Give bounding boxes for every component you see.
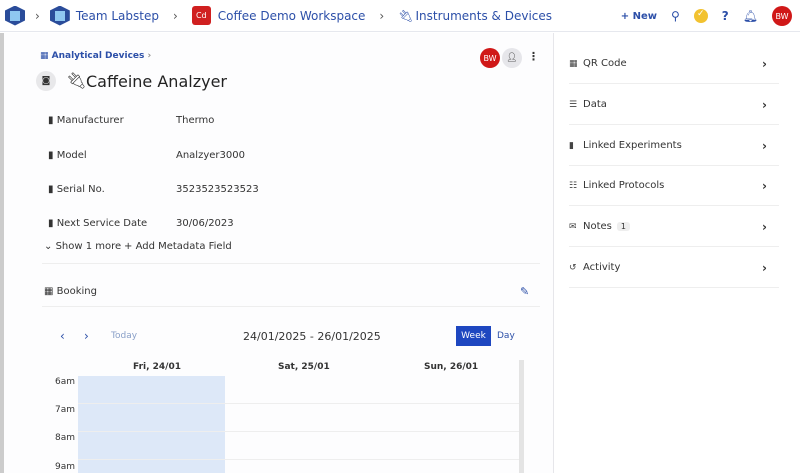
divider xyxy=(42,263,540,264)
show-more-label: Show 1 more xyxy=(55,241,122,252)
sidebar-label: QR Code xyxy=(583,58,627,69)
plug-icon: 🔌︎ xyxy=(398,8,414,23)
sidebar-item-qr-code[interactable]: ▦ QR Code › xyxy=(569,44,779,84)
camera-icon[interactable]: ◙ xyxy=(36,71,56,91)
breadcrumb-instruments[interactable]: Instruments & Devices xyxy=(415,9,552,23)
add-metadata-button[interactable]: + Add Metadata Field xyxy=(124,241,232,252)
today-button[interactable]: Today xyxy=(111,331,137,341)
owner-avatar[interactable]: BW xyxy=(480,48,500,68)
history-icon: ↺ xyxy=(569,262,577,273)
metadata-label: Manufacturer xyxy=(56,115,124,126)
metadata-row[interactable]: ▮ Model Analzyer3000 xyxy=(48,150,245,161)
sidebar-label: Linked Protocols xyxy=(583,180,665,191)
chevron-right-icon: › xyxy=(762,56,767,71)
next-button[interactable]: › xyxy=(84,329,89,343)
workspace-badge: Cd xyxy=(191,6,211,25)
metadata-label: Model xyxy=(56,150,87,161)
team-icon xyxy=(49,5,70,26)
tasks-check-icon[interactable]: ✓ xyxy=(693,9,708,23)
divider xyxy=(42,306,540,307)
sidebar-item-linked-experiments[interactable]: ▮ Linked Experiments › xyxy=(569,126,779,166)
category-breadcrumb[interactable]: ▦ Analytical Devices › xyxy=(40,51,151,61)
calendar-grid[interactable] xyxy=(78,376,520,473)
sidebar: ▦ QR Code › ☰ Data › ▮ Linked Experiments › ☷ L… xyxy=(553,33,800,473)
comments-icon: ✉ xyxy=(569,221,577,232)
search-icon[interactable]: ⚲ xyxy=(671,9,680,23)
date-range: 24/01/2025 - 26/01/2025 xyxy=(243,330,381,343)
metadata-value: 30/06/2023 xyxy=(176,218,234,229)
booking-label: Booking xyxy=(56,286,97,297)
hour-label: 8am xyxy=(55,433,76,443)
chevron-right-icon: › xyxy=(762,138,767,153)
category-label: Analytical Devices xyxy=(51,51,145,61)
metadata-value: Analzyer3000 xyxy=(176,150,245,161)
metadata-row[interactable]: ▮ Serial No. 3523523523523 xyxy=(48,184,259,195)
book-icon: ▮ xyxy=(569,140,574,151)
metadata-label: Next Service Date xyxy=(56,218,148,229)
day-button[interactable]: Day xyxy=(497,331,515,341)
sidebar-item-linked-protocols[interactable]: ☷ Linked Protocols › xyxy=(569,166,779,206)
day-header: Fri, 24/01 xyxy=(133,362,181,372)
sidebar-item-notes[interactable]: ✉ Notes 1 › xyxy=(569,207,779,247)
metadata-row[interactable]: ▮ Manufacturer Thermo xyxy=(48,115,214,126)
user-avatar[interactable]: BW xyxy=(772,6,792,26)
hour-label: 9am xyxy=(55,462,76,472)
show-more-button[interactable]: ⌄ Show 1 more xyxy=(44,241,121,252)
chevron-right-icon: › xyxy=(762,219,767,234)
chevron-right-icon: › xyxy=(762,178,767,193)
week-button[interactable]: Week xyxy=(456,326,491,346)
sidebar-label: Linked Experiments xyxy=(583,140,682,151)
qr-icon: ▦ xyxy=(569,58,578,69)
booking-header: ▦ Booking xyxy=(44,286,97,297)
plug-icon: 🔌︎ xyxy=(66,71,87,90)
list-icon: ☷ xyxy=(569,180,578,191)
calendar-scrollbar[interactable] xyxy=(519,360,524,473)
add-metadata-label: Add Metadata Field xyxy=(135,241,232,252)
day-header: Sat, 25/01 xyxy=(278,362,330,372)
top-bar: › Team Labstep › Cd Coffee Demo Workspac… xyxy=(0,0,800,32)
database-icon: ☰ xyxy=(569,99,578,110)
metadata-value: Thermo xyxy=(176,115,215,126)
metadata-value: 3523523523523 xyxy=(176,184,259,195)
day-header: Sun, 26/01 xyxy=(424,362,479,372)
chevron-right-icon: › xyxy=(762,97,767,112)
edit-icon[interactable]: ✎ xyxy=(520,285,529,298)
prev-button[interactable]: ‹ xyxy=(60,329,65,343)
breadcrumb-workspace[interactable]: Coffee Demo Workspace xyxy=(218,9,366,23)
sidebar-item-activity[interactable]: ↺ Activity › xyxy=(569,248,779,288)
sidebar-item-data[interactable]: ☰ Data › xyxy=(569,85,779,125)
breadcrumb-team[interactable]: Team Labstep xyxy=(76,9,159,23)
labstep-logo-icon[interactable] xyxy=(5,5,25,26)
sidebar-label: Notes xyxy=(583,221,612,232)
share-user-icon[interactable]: 👤︎ xyxy=(502,48,522,68)
sidebar-label: Data xyxy=(583,99,607,110)
sidebar-label: Activity xyxy=(583,262,621,273)
hour-label: 6am xyxy=(55,377,76,387)
metadata-label: Serial No. xyxy=(56,184,105,195)
bell-icon[interactable]: 🔔︎ xyxy=(743,9,758,23)
more-options-icon[interactable]: ⋮ xyxy=(528,50,539,63)
help-button[interactable]: ? xyxy=(722,9,729,23)
chevron-right-icon: › xyxy=(762,260,767,275)
notes-count-badge: 1 xyxy=(616,222,630,231)
page-title: Caffeine Analzyer xyxy=(86,72,227,91)
hour-label: 7am xyxy=(55,405,76,415)
new-button[interactable]: + New xyxy=(621,11,657,22)
metadata-row[interactable]: ▮ Next Service Date 30/06/2023 xyxy=(48,218,234,229)
